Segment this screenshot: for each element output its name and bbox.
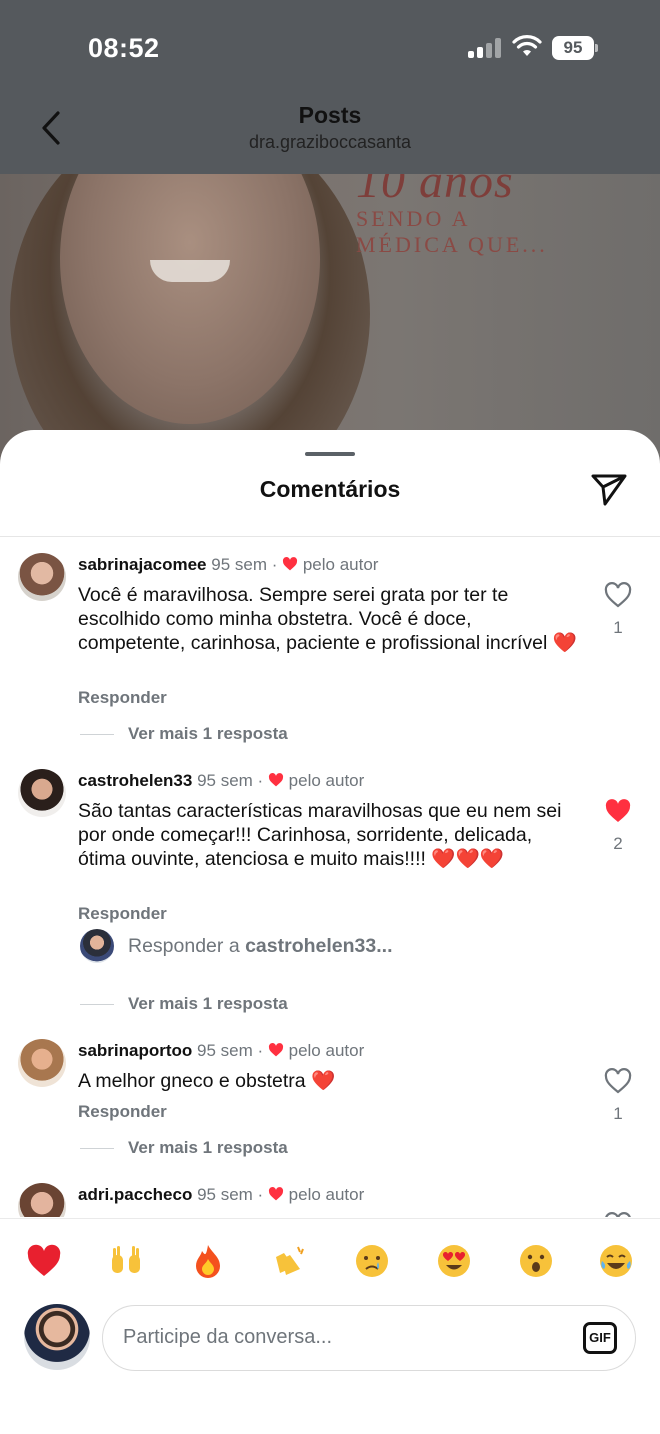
clapping-hands-icon[interactable] <box>270 1243 310 1283</box>
heart-eyes-face-icon[interactable] <box>434 1243 474 1283</box>
crying-face-icon[interactable] <box>352 1243 392 1283</box>
reply-button[interactable]: Responder <box>78 688 167 708</box>
wifi-icon <box>512 35 542 56</box>
comment-username[interactable]: sabrinajacomee <box>78 555 207 574</box>
like-count: 1 <box>613 618 623 637</box>
avatar <box>80 929 114 963</box>
author-liked-heart-icon <box>268 773 284 787</box>
comment-composer: Participe da conversa... GIF <box>0 1300 660 1434</box>
comment-text: A melhor gneco e obstetra ❤️ <box>78 1070 336 1092</box>
raising-hands-icon[interactable] <box>106 1243 146 1283</box>
fire-icon[interactable] <box>188 1243 228 1283</box>
view-more-replies[interactable]: Ver mais 1 resposta <box>80 994 288 1014</box>
comment-time: 95 sem <box>197 1185 253 1204</box>
sheet-drag-handle[interactable] <box>305 452 355 456</box>
share-send-icon[interactable] <box>590 470 628 508</box>
post-image: 10 anos SENDO A MÉDICA QUE... <box>0 174 660 470</box>
like-heart-icon[interactable] <box>604 1212 632 1217</box>
comment-time: 95 sem <box>211 555 267 574</box>
avatar[interactable] <box>18 1039 66 1087</box>
like-count: 2 <box>613 834 623 853</box>
author-like-label: pelo autor <box>288 1185 365 1204</box>
gif-button[interactable]: GIF <box>583 1322 617 1354</box>
status-bar: 08:52 95 <box>0 0 660 96</box>
page-title: Posts <box>298 102 362 128</box>
view-more-replies[interactable]: Ver mais 1 resposta <box>80 1138 288 1158</box>
comment-time: 95 sem <box>197 1041 253 1060</box>
reply-to-field[interactable]: Responder a castrohelen33... <box>80 927 640 967</box>
red-heart-icon[interactable] <box>24 1243 64 1283</box>
like-heart-icon[interactable] <box>604 1068 632 1094</box>
sheet-title: Comentários <box>259 476 401 502</box>
cellular-signal-icon <box>468 38 502 58</box>
post-overlay-line-1: SENDO A <box>356 206 471 231</box>
comment-text: São tantas características maravilhosas … <box>78 800 562 870</box>
like-heart-icon-filled[interactable] <box>604 798 632 824</box>
comment-username[interactable]: sabrinaportoo <box>78 1041 192 1060</box>
avatar[interactable] <box>18 1183 66 1217</box>
comment-username[interactable]: castrohelen33 <box>78 771 192 790</box>
status-time: 08:52 <box>88 33 160 63</box>
comments-list: sabrinajacomee 95 sem · pelo autor Você … <box>0 537 660 1217</box>
page-subtitle-username[interactable]: dra.graziboccasanta <box>0 132 660 153</box>
post-overlay-line-2: MÉDICA QUE... <box>356 232 548 257</box>
view-more-replies[interactable]: Ver mais 1 resposta <box>80 724 288 744</box>
avatar[interactable] <box>18 769 66 817</box>
comment-text: Você é maravilhosa. Sempre serei grata p… <box>78 584 578 654</box>
quick-reactions-bar <box>0 1218 660 1308</box>
comment-input[interactable]: Participe da conversa... GIF <box>102 1305 636 1371</box>
post-overlay-heading: 10 anos <box>356 174 514 208</box>
comment-input-placeholder: Participe da conversa... <box>123 1326 332 1348</box>
astonished-face-icon[interactable] <box>516 1243 556 1283</box>
author-like-label: pelo autor <box>288 771 365 790</box>
comment-time: 95 sem <box>197 771 253 790</box>
battery-level: 95 <box>552 36 594 60</box>
author-like-label: pelo autor <box>288 1041 365 1060</box>
author-liked-heart-icon <box>268 1187 284 1201</box>
avatar[interactable] <box>18 553 66 601</box>
like-count: 1 <box>613 1104 623 1123</box>
author-liked-heart-icon <box>283 557 298 571</box>
reply-button[interactable]: Responder <box>78 904 167 924</box>
tears-of-joy-face-icon[interactable] <box>596 1243 636 1283</box>
author-like-label: pelo autor <box>302 555 379 574</box>
author-liked-heart-icon <box>268 1043 283 1057</box>
top-nav: Posts dra.graziboccasanta <box>0 96 660 176</box>
reply-button[interactable]: Responder <box>78 1102 167 1122</box>
dimmed-background: 10 anos SENDO A MÉDICA QUE... 08:52 95 P… <box>0 0 660 470</box>
reply-to-username: castrohelen33... <box>245 935 393 957</box>
battery-icon: 95 <box>552 36 598 60</box>
like-heart-icon[interactable] <box>604 582 632 608</box>
current-user-avatar <box>24 1304 90 1370</box>
comment-username[interactable]: adri.paccheco <box>78 1185 192 1204</box>
